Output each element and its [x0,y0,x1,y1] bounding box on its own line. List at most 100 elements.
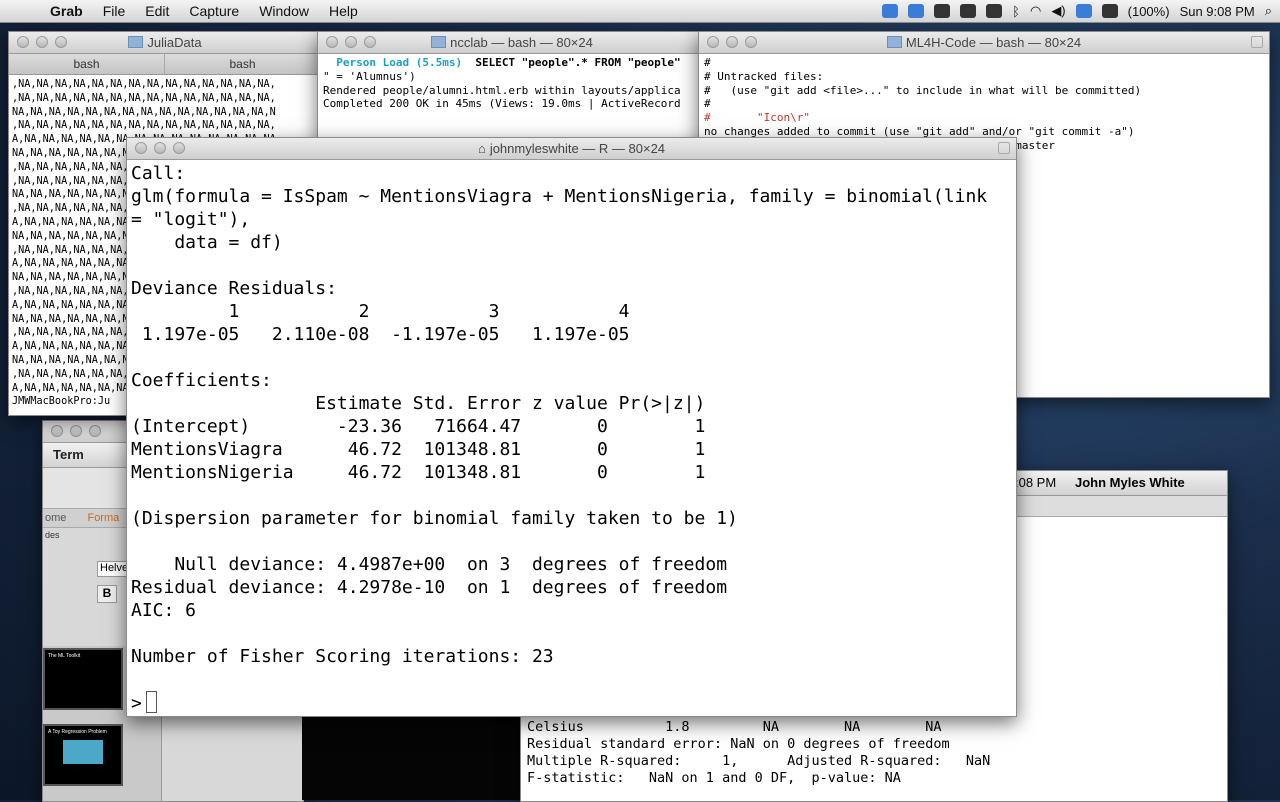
minimize-button[interactable] [70,425,82,437]
zoom-button[interactable] [173,142,185,154]
r-prompt-line[interactable]: > [131,691,1012,715]
terminal-line: # [704,56,711,69]
ncclab-titlebar[interactable]: ncclab — bash — 80×24 [318,32,706,54]
terminal-line: NA,NA,NA,NA,NA,NA,NA,NA,NA,NA,NA,NA,NA,N… [12,106,276,118]
menu-file[interactable]: File [93,3,136,19]
console-line: Number of Fisher Scoring iterations: 23 [131,646,554,667]
r-console-window: ⌂ johnmyleswhite — R — 80×24 Call: glm(for… [126,137,1017,717]
battery-icon[interactable] [1101,4,1118,18]
text-cursor[interactable] [145,691,157,713]
folder-icon [431,36,447,48]
wifi-icon[interactable]: ◠ [1030,3,1041,19]
home-icon: ⌂ [477,141,486,156]
menu-bar: Grab File Edit Capture Window Help ᛒ ◠ ◀… [0,0,1280,23]
menu-app-grab[interactable]: Grab [40,3,93,19]
console-line: glm(formula = IsSpam ~ MentionsViagra + … [131,186,988,207]
tab-bash-2[interactable]: bash [165,54,321,74]
flag-icon[interactable] [1075,4,1092,18]
console-line: AIC: 6 [131,600,197,621]
terminal-line: Rendered people/alumni.html.erb within l… [323,83,681,97]
r-console-output: Call: glm(formula = IsSpam ~ MentionsViag… [127,160,1016,716]
console-line: Residual deviance: 4.2978e-10 on 1 degre… [131,577,728,598]
folder-icon [128,36,144,48]
bg-line: Celsius 1.8 NA NA NA [527,719,942,735]
console-line: = "logit"), [131,209,251,230]
console-line: (Intercept) -23.36 71664.47 0 1 [131,416,706,437]
tab-home[interactable]: ome [45,512,66,524]
zoom-button[interactable] [55,36,67,48]
console-line: (Dispersion parameter for binomial famil… [131,508,738,529]
minimize-button[interactable] [345,36,357,48]
tab-bash-1[interactable]: bash [9,54,165,74]
console-line: Call: [131,163,186,184]
time-machine-icon[interactable] [986,4,1003,18]
minimize-button[interactable] [154,142,166,154]
zoom-button[interactable] [89,425,101,437]
close-button[interactable] [51,425,63,437]
terminal-line: ,NA,NA,NA,NA,NA,NA,NA,NA,NA,NA,NA,NA,NA,… [12,120,276,132]
terminal-line: Completed 200 OK in 45ms (Views: 19.0ms … [323,97,681,111]
juliadata-titlebar[interactable]: JuliaData [9,32,321,54]
terminal-line: # Untracked files: [704,69,824,83]
terminal-line-untracked: # "Icon\r" [704,111,810,125]
folder-icon [886,36,902,48]
zoom-button[interactable] [745,36,757,48]
r-titlebar[interactable]: ⌂ johnmyleswhite — R — 80×24 [127,138,1016,160]
close-button[interactable] [326,36,338,48]
close-button[interactable] [17,36,29,48]
menu-help[interactable]: Help [319,3,368,19]
menu-capture[interactable]: Capture [179,3,249,19]
slide-canvas [302,716,522,800]
battery-percent: (100%) [1127,3,1170,19]
close-button[interactable] [135,142,147,154]
zoom-button[interactable] [364,36,376,48]
tab-bar: bash bash [9,54,321,75]
ml4h-titlebar[interactable]: ML4H-Code — bash — 80×24 [699,32,1269,54]
terminal-line: # [704,97,711,111]
dropbox-icon[interactable] [908,4,925,18]
slide-2-title: A Toy Regression Problem [48,729,107,735]
sql-text: SELECT "people".* FROM "people" [462,56,681,69]
fullscreen-icon[interactable] [1251,36,1263,48]
bg-terminal-text: Celsius 1.8 NA NA NA Residual standard er… [521,717,996,789]
ncclab-window: ncclab — bash — 80×24 Person Load (5.5ms… [317,31,707,153]
console-line: MentionsNigeria 46.72 101348.81 0 1 [131,462,706,483]
keyboard-icon[interactable] [960,4,977,18]
slide-2-table [63,740,103,764]
minimize-button[interactable] [36,36,48,48]
console-line: Coefficients: [131,370,272,391]
slide-thumbnail-2[interactable]: A Toy Regression Problem [43,724,123,786]
bg-line: Residual standard error: NaN on 0 degree… [527,736,950,752]
terminal-line: Person Load (5.5ms) SELECT "people".* FR… [323,56,701,70]
twitter-icon[interactable] [882,4,899,18]
log-label: Person Load (5.5ms) [323,56,463,69]
menu-window[interactable]: Window [249,3,319,19]
window-title: johnmyleswhite — R — 80×24 [489,141,666,156]
console-line: 1 2 3 4 [131,301,630,322]
term-menu[interactable]: Term [53,447,84,462]
slide-thumbnail-1[interactable]: The ML Toolkit [43,648,123,710]
status-tray: ᛒ ◠ ◀) (100%) Sun 9:08 PM ⌕ [882,0,1272,22]
terminal-line: ,NA,NA,NA,NA,NA,NA,NA,NA,NA,NA,NA,NA,NA,… [12,92,276,104]
bluetooth-icon[interactable]: ᛒ [1012,4,1020,19]
bg-line: Multiple R-squared: 1, Adjusted R-square… [527,753,991,769]
bold-button[interactable]: B [97,585,117,603]
menu-edit[interactable]: Edit [135,3,179,19]
window-title: JuliaData [147,35,202,50]
spotlight-search-icon[interactable]: ⌕ [1265,3,1272,19]
minimize-button[interactable] [726,36,738,48]
tab-format[interactable]: Forma [87,512,119,524]
window-title: ncclab — bash — 80×24 [450,35,593,50]
slide-1-title: The ML Toolkit [48,653,81,659]
volume-icon[interactable]: ◀) [1051,3,1065,19]
clock[interactable]: Sun 9:08 PM [1180,4,1255,19]
fullscreen-icon[interactable] [998,142,1010,154]
close-button[interactable] [707,36,719,48]
hat-icon[interactable] [934,4,951,18]
